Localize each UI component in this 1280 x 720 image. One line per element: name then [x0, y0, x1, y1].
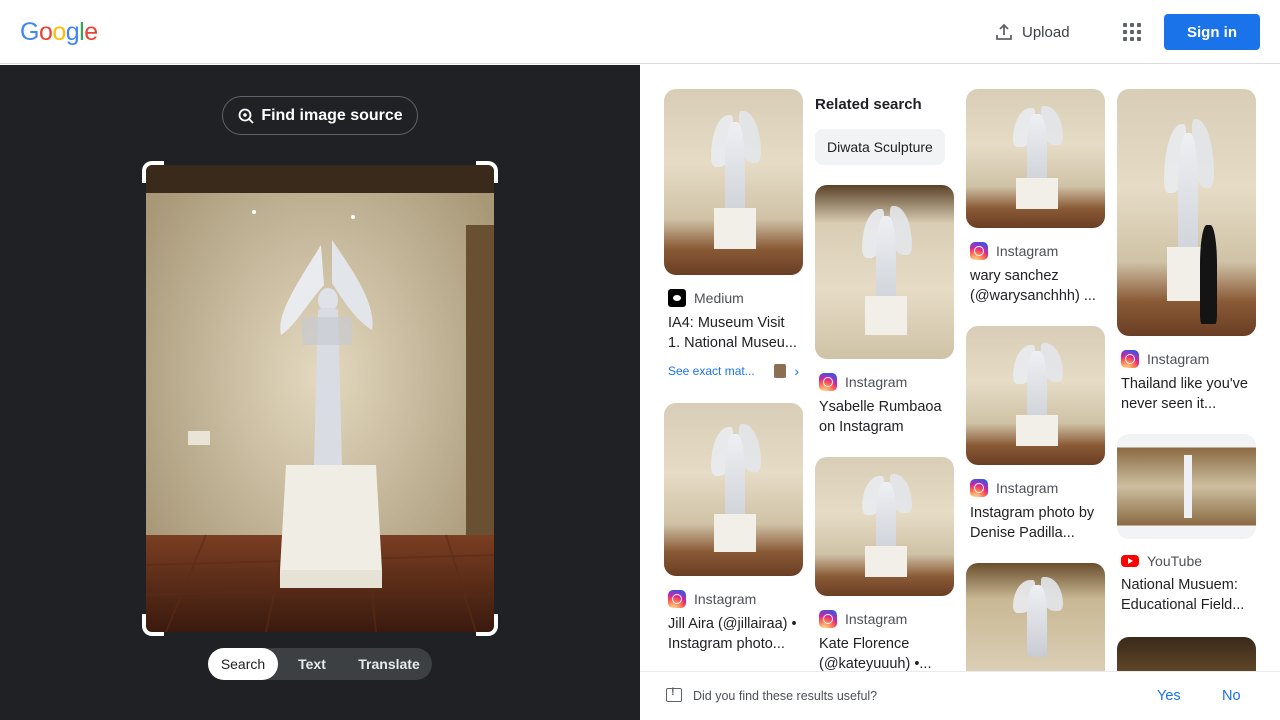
- youtube-icon: [1121, 555, 1139, 567]
- result-title: Thailand like you've never seen it...: [1121, 376, 1248, 412]
- angel-statue-image: [146, 165, 494, 632]
- sign-in-button[interactable]: Sign in: [1164, 14, 1260, 50]
- top-bar: Google Upload Sign in: [0, 0, 1280, 64]
- instagram-icon: [1121, 350, 1139, 368]
- result-source: Instagram: [845, 374, 908, 390]
- related-search-heading: Related search: [815, 96, 922, 113]
- feedback-bar: Did you find these results useful? Yes N…: [640, 671, 1280, 720]
- find-image-source-button[interactable]: Find image source: [222, 96, 418, 135]
- logo-letter: e: [84, 18, 98, 46]
- result-card[interactable]: Instagram wary sanchez (@warysanchhh) ..…: [966, 89, 1105, 306]
- result-thumbnail: [664, 89, 803, 275]
- upload-icon: [996, 23, 1012, 40]
- result-source: Instagram: [694, 591, 757, 607]
- instagram-icon: [970, 242, 988, 260]
- result-source: Instagram: [996, 243, 1059, 259]
- instagram-icon: [819, 373, 837, 391]
- feedback-icon: [666, 686, 682, 702]
- visual-matches-pane: Medium IA4: Museum Visit 1. National Mus…: [640, 65, 1280, 720]
- result-thumbnail: [966, 89, 1105, 228]
- crop-handle-bottom-right[interactable]: [476, 614, 498, 636]
- crop-handle-bottom-left[interactable]: [142, 614, 164, 636]
- feedback-yes-button[interactable]: Yes: [1157, 688, 1181, 704]
- crop-handle-top-left[interactable]: [142, 161, 164, 183]
- find-image-source-label: Find image source: [261, 106, 403, 124]
- result-source: Instagram: [996, 480, 1059, 496]
- logo-letter: o: [52, 18, 66, 46]
- upload-button[interactable]: Upload: [984, 14, 1080, 50]
- result-thumbnail: [664, 403, 803, 576]
- result-card[interactable]: Instagram Instagram photo by Denise Padi…: [966, 326, 1105, 543]
- tab-text[interactable]: Text: [278, 648, 346, 680]
- see-exact-matches-link[interactable]: See exact mat... ›: [668, 363, 799, 379]
- instagram-icon: [819, 610, 837, 628]
- result-title: Jill Aira (@jillairaa) • Instagram photo…: [668, 616, 797, 652]
- result-title: IA4: Museum Visit 1. National Museu...: [668, 315, 797, 351]
- result-card[interactable]: Instagram Jill Aira (@jillairaa) • Insta…: [664, 403, 803, 654]
- instagram-icon: [970, 479, 988, 497]
- result-thumbnail: [966, 326, 1105, 465]
- result-card[interactable]: Medium IA4: Museum Visit 1. National Mus…: [664, 89, 803, 379]
- logo-letter: G: [20, 18, 39, 46]
- result-title: Kate Florence (@kateyuuuh) •...: [819, 636, 932, 672]
- exact-match-thumbnail: [774, 364, 787, 378]
- crop-selection[interactable]: [142, 161, 498, 636]
- medium-icon: [668, 289, 686, 307]
- tab-search[interactable]: Search: [208, 648, 278, 680]
- tab-translate[interactable]: Translate: [346, 648, 432, 680]
- result-source: Instagram: [845, 611, 908, 627]
- feedback-no-button[interactable]: No: [1222, 688, 1241, 704]
- result-thumbnail: [815, 457, 954, 596]
- upload-label: Upload: [1022, 23, 1070, 41]
- lens-mode-tabs: Search Text Translate: [208, 648, 432, 680]
- see-exact-matches-label: See exact mat...: [668, 364, 755, 378]
- result-source: Medium: [694, 290, 744, 306]
- result-card[interactable]: Instagram Kate Florence (@kateyuuuh) •..…: [815, 457, 954, 674]
- result-title: wary sanchez (@warysanchhh) ...: [970, 268, 1096, 304]
- logo-letter: o: [38, 18, 53, 46]
- chevron-right-icon: ›: [794, 363, 799, 379]
- result-title: National Musuem: Educational Field...: [1121, 577, 1245, 613]
- result-thumbnail: [815, 185, 954, 359]
- result-thumbnail: [1117, 89, 1256, 336]
- result-source: Instagram: [1147, 351, 1210, 367]
- crop-handle-top-right[interactable]: [476, 161, 498, 183]
- result-source: YouTube: [1147, 553, 1203, 569]
- query-image: [146, 165, 494, 632]
- lens-image-pane: Find image source Search Text Translate: [0, 65, 640, 720]
- lens-search-icon: [238, 108, 254, 124]
- google-logo[interactable]: Google: [20, 18, 98, 47]
- result-thumbnail: [966, 563, 1105, 683]
- feedback-question: Did you find these results useful?: [693, 689, 878, 703]
- result-thumbnail: [1117, 434, 1256, 539]
- logo-letter: g: [65, 18, 80, 46]
- apps-grid-icon[interactable]: [1116, 16, 1148, 48]
- result-title: Ysabelle Rumbaoa on Instagram: [819, 399, 942, 435]
- result-card[interactable]: YouTube National Musuem: Educational Fie…: [1117, 434, 1256, 615]
- result-card[interactable]: Instagram Ysabelle Rumbaoa on Instagram: [815, 185, 954, 437]
- result-title: Instagram photo by Denise Padilla...: [970, 505, 1095, 541]
- related-search-chip[interactable]: Diwata Sculpture: [815, 129, 945, 165]
- result-card[interactable]: [966, 563, 1105, 683]
- result-card[interactable]: Instagram Thailand like you've never see…: [1117, 89, 1256, 414]
- instagram-icon: [668, 590, 686, 608]
